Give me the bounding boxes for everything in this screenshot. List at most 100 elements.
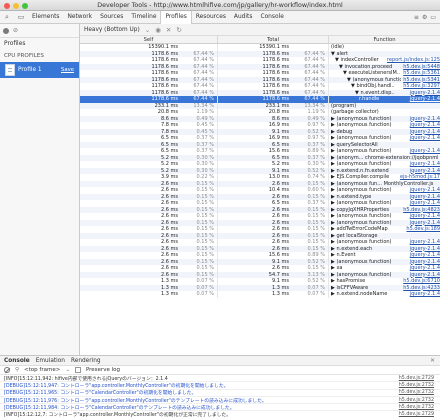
collapsed-arrow-icon[interactable]: ▶	[331, 226, 335, 232]
view-mode-select[interactable]: Heavy (Bottom Up)	[84, 27, 140, 33]
function-name: (anonymous function)	[336, 135, 392, 141]
collapsed-arrow-icon[interactable]: ▶	[331, 207, 335, 213]
tab-console[interactable]: Console	[256, 11, 287, 23]
restore-icon[interactable]: ↻	[176, 26, 181, 34]
function-name: (garbage collector)	[331, 109, 379, 115]
function-name: n.Event	[336, 252, 356, 258]
function-name: (idle)	[331, 44, 344, 50]
column-total[interactable]: Total	[218, 36, 329, 43]
column-function[interactable]: Function	[329, 36, 440, 43]
profiles-heading[interactable]: Profiles	[0, 38, 79, 50]
preserve-log-checkbox[interactable]	[74, 367, 81, 373]
tab-timeline[interactable]: Timeline	[127, 11, 160, 23]
function-name: copyJqXHRProperties	[336, 206, 389, 213]
console-source-link[interactable]: h5.dev.js:2729	[399, 412, 440, 417]
settings-icon[interactable]: ⚙	[422, 14, 427, 21]
collapsed-arrow-icon[interactable]: ▶	[331, 116, 335, 122]
drawer-tab-rendering[interactable]: Rendering	[71, 358, 101, 364]
collapsed-arrow-icon[interactable]: ▶	[331, 135, 335, 141]
focus-icon[interactable]: ◉	[155, 26, 161, 34]
collapsed-arrow-icon[interactable]: ▶	[331, 168, 335, 174]
expanded-arrow-icon[interactable]: ▼	[343, 70, 347, 76]
function-name: (anonymous function)	[336, 239, 392, 245]
function-name: bindObj.handl..	[356, 83, 395, 89]
collapsed-arrow-icon[interactable]: ▶	[331, 233, 335, 239]
console-message-text: [DEBUG]15:12:11,984: コントローラ"CalendarCont…	[4, 405, 235, 411]
self-cell: 1.3 ms 0.07 %	[80, 291, 218, 298]
inspect-icon[interactable]: ⌕	[0, 11, 14, 23]
collapsed-arrow-icon[interactable]: ▶	[331, 272, 335, 278]
window-title: Developer Tools - http://www.htmlhifive.…	[97, 2, 343, 9]
function-name: (anonymous fun... MonthlyController.js	[336, 180, 434, 187]
expanded-arrow-icon[interactable]: ▼	[335, 57, 339, 63]
tab-network[interactable]: Network	[63, 11, 96, 23]
drawer-icon[interactable]: ≡	[414, 14, 419, 21]
tab-profiles[interactable]: Profiles	[160, 10, 192, 24]
expanded-arrow-icon[interactable]: ▼	[355, 90, 359, 96]
collapsed-arrow-icon[interactable]: ▶	[331, 129, 335, 135]
clear-console-icon[interactable]	[4, 367, 10, 373]
collapsed-arrow-icon[interactable]: ▶	[331, 142, 335, 148]
function-name: (anonymous function)	[336, 271, 392, 278]
function-name: hasPromise	[336, 278, 366, 284]
collapsed-arrow-icon[interactable]: ▶	[331, 155, 335, 161]
expanded-arrow-icon[interactable]: ▼	[347, 77, 351, 83]
function-name: get localStorage	[336, 232, 378, 239]
function-name: isCFFVAware	[336, 284, 369, 291]
column-self[interactable]: Self	[80, 36, 218, 43]
collapsed-arrow-icon[interactable]: ▶	[331, 265, 335, 271]
tab-sources[interactable]: Sources	[96, 11, 127, 23]
console-source-link[interactable]: h5.dev.js:2732	[399, 398, 440, 403]
tab-elements[interactable]: Elements	[28, 11, 63, 23]
profile-item[interactable]: Profile 1 Save	[0, 62, 79, 78]
console-source-link[interactable]: h5.dev.js:2729	[399, 376, 440, 381]
collapsed-arrow-icon[interactable]: ▶	[331, 213, 335, 219]
chevron-down-icon[interactable]: ⌄	[65, 367, 70, 373]
collapsed-arrow-icon[interactable]: ▶	[331, 148, 335, 154]
console-source-link[interactable]: h5.dev.js:2732	[399, 390, 440, 395]
collapsed-arrow-icon[interactable]: ▶	[331, 194, 335, 200]
collapsed-arrow-icon[interactable]: ▶	[331, 161, 335, 167]
collapsed-arrow-icon[interactable]: ▶	[331, 278, 335, 284]
collapsed-arrow-icon[interactable]: ▶	[331, 252, 335, 258]
clear-profiles-icon[interactable]: ⊘	[13, 27, 18, 34]
collapsed-arrow-icon[interactable]: ▶	[331, 174, 335, 180]
console-source-link[interactable]: h5.dev.js:2732	[399, 405, 440, 410]
total-cell: 1.3 ms 0.07 %	[218, 291, 329, 298]
column-header: Self Total Function	[80, 36, 440, 44]
source-link[interactable]: jquery-2.1.4	[410, 291, 440, 298]
collapsed-arrow-icon[interactable]: ▶	[331, 122, 335, 128]
collapsed-arrow-icon[interactable]: ▶	[331, 285, 335, 291]
expanded-arrow-icon[interactable]: ▼	[331, 51, 335, 57]
frame-select[interactable]: <top frame>	[24, 367, 60, 373]
close-drawer-icon[interactable]: ✕	[430, 358, 435, 364]
record-icon[interactable]	[3, 27, 9, 34]
profile-row[interactable]: 1.3 ms 0.07 % 1.3 ms 0.07 % ▶ n.extend.n…	[80, 291, 440, 298]
tab-resources[interactable]: Resources	[192, 11, 230, 23]
collapsed-arrow-icon[interactable]: ▶	[331, 181, 335, 187]
chevron-down-icon[interactable]: ⌄	[145, 26, 150, 34]
collapsed-arrow-icon[interactable]: ▶	[331, 291, 335, 297]
collapsed-arrow-icon[interactable]: ▶	[331, 239, 335, 245]
drawer-tab-console[interactable]: Console	[4, 358, 30, 364]
save-profile-link[interactable]: Save	[61, 67, 74, 73]
collapsed-arrow-icon[interactable]: ▶	[331, 259, 335, 265]
drawer-tab-emulation[interactable]: Emulation	[36, 358, 65, 364]
function-name: debug	[336, 128, 353, 135]
console-message-text: [INFO]15:12:12,7: コントローラ"app.controller.…	[4, 413, 232, 417]
console-toolbar: ⚲ <top frame> ⌄ Preserve log	[0, 366, 440, 375]
collapsed-arrow-icon[interactable]: ▶	[331, 187, 335, 193]
function-name: n.event.disp..	[360, 89, 395, 96]
collapsed-arrow-icon[interactable]: ▶	[331, 220, 335, 226]
function-name: n.extend.nodeName	[336, 291, 388, 297]
tab-audits[interactable]: Audits	[230, 11, 257, 23]
expanded-arrow-icon[interactable]: ▼	[339, 64, 343, 70]
filter-icon[interactable]: ⚲	[15, 367, 19, 373]
console-source-link[interactable]: h5.dev.js:2732	[399, 383, 440, 388]
collapsed-arrow-icon[interactable]: ▶	[331, 200, 335, 206]
dock-icon[interactable]: ▭	[430, 14, 436, 21]
expanded-arrow-icon[interactable]: ▼	[351, 83, 355, 89]
exclude-icon[interactable]: ✕	[166, 26, 171, 34]
device-mode-icon[interactable]: ▭	[14, 11, 28, 23]
collapsed-arrow-icon[interactable]: ▶	[331, 246, 335, 252]
